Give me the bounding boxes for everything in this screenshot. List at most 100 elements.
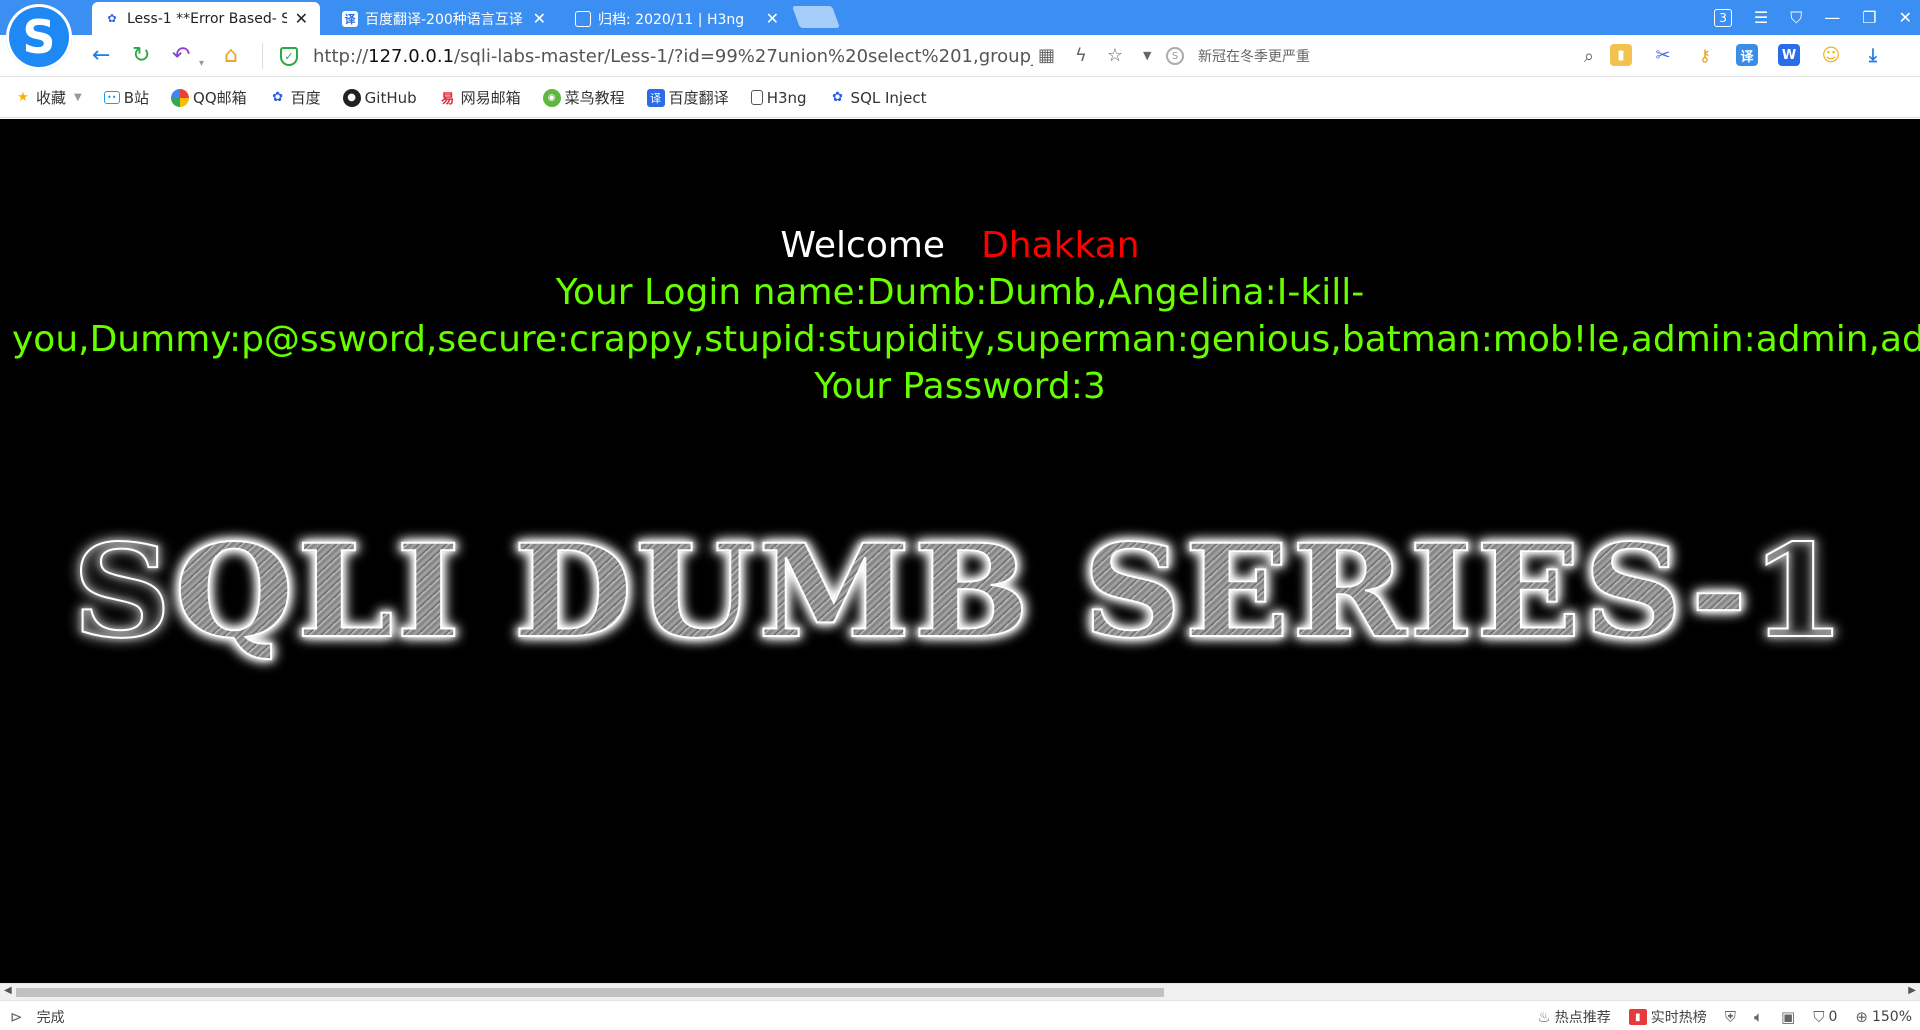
status-right: ♨ 热点推荐 ▮ 实时热榜 ⛨ 🔈︎ ▣ ⛉ 0 ⊕ 150%: [1537, 1007, 1912, 1027]
baidu-paw-icon: ✿: [107, 12, 117, 25]
speaker-icon[interactable]: 🔈︎: [1754, 1008, 1763, 1026]
home-icon[interactable]: ⌂: [224, 43, 238, 69]
bookmark-label: H3ng: [766, 88, 807, 107]
wps-icon[interactable]: W: [1778, 44, 1800, 66]
password-line: Your Password:3: [814, 366, 1106, 407]
bookmark-label: 百度: [290, 89, 321, 107]
horizontal-scrollbar[interactable]: ◀ ▶: [0, 983, 1920, 1000]
star-outline-icon[interactable]: ☆: [1107, 45, 1123, 66]
skin-icon[interactable]: ⛉: [1790, 8, 1802, 28]
key-icon[interactable]: ⚷: [1694, 44, 1716, 66]
bookmark-runoob[interactable]: ◉ 菜鸟教程: [542, 87, 625, 108]
browser-logo-icon[interactable]: S: [6, 4, 72, 70]
title-bar: S ✿ Less-1 **Error Based- S ✕ 译 百度翻译-200…: [0, 0, 1920, 70]
bookmark-label: 收藏: [36, 89, 67, 107]
briefcase-icon[interactable]: ▣: [1781, 1008, 1795, 1026]
bookmark-label: QQ邮箱: [193, 89, 247, 107]
download-icon[interactable]: ⤓: [1862, 44, 1884, 66]
translate-icon[interactable]: 译: [1736, 44, 1758, 66]
tab-less-1[interactable]: ✿ Less-1 **Error Based- S ✕: [92, 2, 320, 35]
restore-icon[interactable]: ❐: [1862, 8, 1876, 27]
bookmark-label: GitHub: [364, 88, 417, 107]
chevron-down-icon[interactable]: ▾: [199, 51, 204, 77]
window-controls: 3 ☰ ⛉ — ❐ ✕: [1714, 0, 1912, 35]
bar-chart-icon: ▮: [1628, 1009, 1647, 1025]
shield-icon[interactable]: ⛨: [1725, 1008, 1736, 1026]
login-name-line: Your Login name:Dumb:Dumb,Angelina:I-kil…: [555, 272, 1365, 313]
zoom-button[interactable]: ⊕ 150%: [1855, 1008, 1912, 1026]
close-icon[interactable]: ✕: [766, 9, 779, 28]
realtime-hot-label: 实时热榜: [1650, 1010, 1707, 1026]
qr-code-icon[interactable]: ▦: [1038, 45, 1055, 66]
welcome-text: Welcome: [780, 225, 946, 266]
bookmark-baidu[interactable]: ✿ 百度: [269, 87, 321, 108]
tab-title: 百度翻译-200种语言互译: [365, 11, 523, 28]
page-content: Welcome Dhakkan Your Login name:Dumb:Dumb…: [0, 119, 1920, 983]
undo-icon[interactable]: ↶: [172, 43, 190, 69]
sidebar-toggle-icon[interactable]: ⊳: [10, 1008, 23, 1026]
translate-icon: 译: [342, 10, 358, 27]
bookmark-label: 网易邮箱: [460, 89, 521, 107]
extension-toolbar: ▮ ✂ ⚷ 译 W ☺ ⤓: [1610, 44, 1884, 66]
github-icon: ●: [342, 88, 361, 107]
close-icon[interactable]: ✕: [533, 9, 546, 28]
qq-mail-icon: [171, 88, 190, 107]
lightning-icon[interactable]: ϟ: [1075, 45, 1087, 66]
chevron-down-icon[interactable]: ▼: [1143, 49, 1151, 66]
url-prefix: http://: [313, 46, 369, 67]
close-window-icon[interactable]: ✕: [1899, 8, 1912, 27]
refresh-icon[interactable]: ↻: [132, 43, 150, 69]
tab-h3ng-archive[interactable]: 归档: 2020/11 | H3ng ✕: [563, 2, 791, 35]
search-engine-icon[interactable]: S: [1166, 47, 1184, 65]
tab-count-badge[interactable]: 3: [1714, 8, 1732, 27]
status-left: ⊳ 完成: [10, 1007, 65, 1027]
url-host: 127.0.0.1: [368, 46, 455, 67]
bookmark-sql-inject[interactable]: ✿ SQL Inject: [829, 88, 927, 107]
search-icon[interactable]: ⌕: [1584, 46, 1594, 67]
back-icon[interactable]: ←: [92, 43, 110, 69]
navigation-bar: ← ↻ ↶ ▾ ⌂ ✓ http://127.0.0.1/sqli-labs-m…: [0, 35, 1920, 77]
emoji-icon[interactable]: ☺: [1820, 44, 1842, 66]
query-result: Your Login name:Dumb:Dumb,Angelina:I-kil…: [0, 269, 1920, 410]
tab-baidu-translate[interactable]: 译 百度翻译-200种语言互译 ✕: [330, 2, 558, 35]
notes-icon[interactable]: ▮: [1610, 44, 1632, 66]
bookmark-baidu-translate[interactable]: 译 百度翻译: [646, 87, 729, 108]
zoom-level: 150%: [1871, 1009, 1912, 1025]
shield-check-icon[interactable]: ✓: [280, 47, 298, 66]
adblock-count: 0: [1828, 1009, 1838, 1025]
bookmark-bilibili[interactable]: •• B站: [103, 87, 149, 108]
bookmark-h3ng[interactable]: H3ng: [750, 88, 807, 107]
bookmark-qq-mail[interactable]: QQ邮箱: [171, 87, 247, 108]
scissors-icon[interactable]: ✂: [1652, 44, 1674, 66]
username-text: Dhakkan: [981, 225, 1140, 266]
sqli-dumb-series-banner: SQLI DUMB SERIES-1: [71, 512, 1847, 672]
menu-icon[interactable]: ☰: [1754, 8, 1768, 27]
flame-icon: ♨: [1537, 1008, 1551, 1026]
bookmarks-bar: ★ 收藏 ▼ •• B站 QQ邮箱 ✿ 百度 ● GitHub 易 网易邮箱 ◉…: [0, 78, 1920, 118]
search-input[interactable]: S 新冠在冬季更严重 ⌕: [1166, 41, 1600, 71]
status-bar: ⊳ 完成 ♨ 热点推荐 ▮ 实时热榜 ⛨ 🔈︎ ▣ ⛉ 0 ⊕ 150%: [0, 1000, 1920, 1030]
realtime-hot-button[interactable]: ▮ 实时热榜: [1628, 1007, 1707, 1027]
hot-recommend-button[interactable]: ♨ 热点推荐: [1537, 1007, 1610, 1027]
bookmark-favorites[interactable]: ★ 收藏 ▼: [14, 87, 82, 108]
new-tab-button[interactable]: [791, 6, 841, 28]
scroll-left-icon[interactable]: ◀: [4, 985, 12, 996]
document-icon: [575, 10, 591, 27]
bilibili-icon: ••: [103, 91, 120, 104]
bookmark-netease-mail[interactable]: 易 网易邮箱: [439, 87, 521, 108]
minimize-icon[interactable]: —: [1824, 8, 1840, 27]
scroll-right-icon[interactable]: ▶: [1908, 985, 1916, 996]
search-hint: 新冠在冬季更严重: [1198, 49, 1310, 65]
scrollbar-thumb[interactable]: [16, 988, 1164, 997]
bookmark-label: 百度翻译: [668, 89, 729, 107]
translate-icon: 译: [646, 88, 665, 107]
close-icon[interactable]: ✕: [295, 9, 308, 28]
bookmark-github[interactable]: ● GitHub: [342, 88, 417, 107]
bookmark-label: SQL Inject: [850, 88, 927, 107]
adblock-button[interactable]: ⛉ 0: [1813, 1008, 1837, 1026]
tab-title: 归档: 2020/11 | H3ng: [598, 11, 745, 28]
status-text: 完成: [36, 1010, 65, 1026]
welcome-line: Welcome Dhakkan: [0, 223, 1920, 269]
address-tools: ▦ ϟ ☆ ▼: [1038, 45, 1152, 66]
address-input[interactable]: http://127.0.0.1/sqli-labs-master/Less-1…: [313, 46, 1033, 67]
